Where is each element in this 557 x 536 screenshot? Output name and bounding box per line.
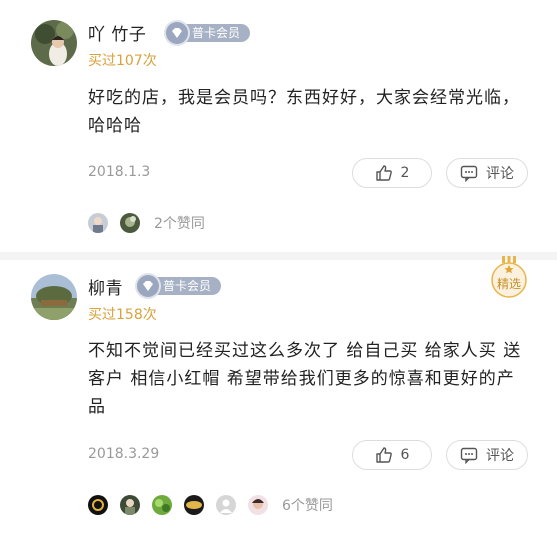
featured-label: 精选 — [496, 277, 521, 291]
badge-label: 普卡会员 — [178, 24, 251, 42]
likers-row[interactable]: 2个赞同 — [88, 212, 205, 234]
review-date: 2018.3.29 — [88, 446, 160, 462]
liker-avatar-default — [216, 495, 236, 515]
liker-avatar — [248, 495, 268, 515]
liker-avatar — [88, 213, 108, 233]
avatar[interactable] — [31, 274, 77, 320]
member-badge: 普卡会员 — [137, 275, 222, 297]
review-item: 柳青 普卡会员 买过158次 不知不觉间已经买过这么多次了 给自己买 给家人买 … — [0, 260, 557, 536]
purchase-count: 买过158次 — [88, 307, 157, 323]
liker-avatar — [152, 495, 172, 515]
divider — [0, 252, 557, 260]
badge-label: 普卡会员 — [149, 277, 222, 295]
comment-label: 评论 — [486, 448, 514, 464]
featured-badge: 精选 — [489, 256, 529, 298]
review-text: 不知不觉间已经买过这么多次了 给自己买 给家人买 送客户 相信小红帽 希望带给我… — [88, 341, 522, 417]
comment-label: 评论 — [486, 166, 514, 182]
comment-icon — [460, 447, 478, 464]
likers-count: 2个赞同 — [154, 216, 205, 232]
review-date: 2018.1.3 — [88, 164, 151, 180]
comment-button[interactable]: 评论 — [446, 158, 528, 188]
like-button[interactable]: 6 — [352, 440, 432, 470]
likers-row[interactable]: 6个赞同 — [88, 494, 333, 516]
liker-avatar — [120, 213, 140, 233]
liker-avatar — [88, 495, 108, 515]
like-button[interactable]: 2 — [352, 158, 432, 188]
like-count: 6 — [400, 447, 410, 463]
purchase-count: 买过107次 — [88, 53, 157, 69]
liker-avatar — [120, 495, 140, 515]
review-text: 好吃的店，我是会员吗？东西好好，大家会经常光临，哈哈哈 — [88, 88, 520, 136]
username[interactable]: 吖 竹子 — [88, 20, 146, 45]
thumbs-up-icon — [375, 447, 392, 463]
likers-count: 6个赞同 — [282, 498, 333, 514]
avatar[interactable] — [31, 20, 77, 66]
comment-icon — [460, 165, 478, 182]
username[interactable]: 柳青 — [88, 274, 123, 299]
liker-avatar — [184, 495, 204, 515]
review-item: 吖 竹子 普卡会员 买过107次 好吃的店，我是会员吗？东西好好，大家会经常光临… — [0, 0, 557, 252]
thumbs-up-icon — [375, 165, 392, 181]
diamond-icon — [166, 22, 188, 44]
member-badge: 普卡会员 — [166, 22, 251, 44]
comment-button[interactable]: 评论 — [446, 440, 528, 470]
like-count: 2 — [400, 165, 410, 181]
diamond-icon — [137, 275, 159, 297]
